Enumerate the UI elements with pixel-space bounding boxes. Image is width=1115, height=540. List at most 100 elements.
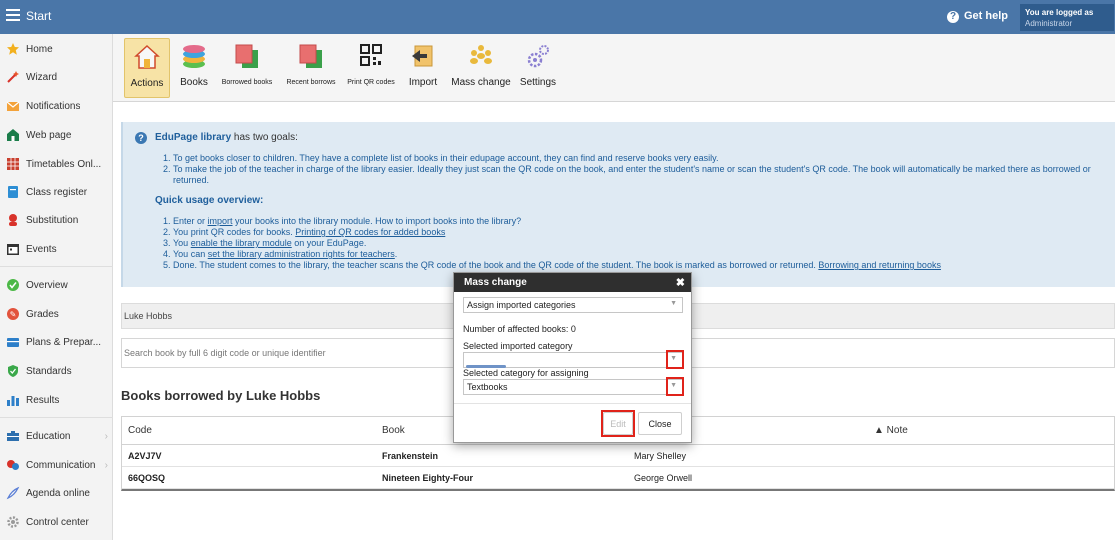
sidebar-item-label: Timetables Onl... [26,158,102,170]
recent-icon [298,42,324,70]
person-icon [6,213,20,227]
borrowing-link[interactable]: Borrowing and returning books [818,260,941,270]
imported-category-select[interactable]: ▼ [463,352,683,368]
info-panel: ? EduPage library has two goals: To get … [121,122,1115,287]
logged-as-label: You are logged as [1025,8,1094,17]
column-header-note[interactable]: ▲ Note [874,417,908,444]
cell-book: Nineteen Eighty-Four [382,472,474,483]
cell-code: 66QOSQ [128,472,166,483]
toolbar-label: Import [408,77,438,88]
gear-icon [525,42,551,70]
toolbar-label: Books [180,77,208,88]
sidebar-item-standards[interactable]: Standards [0,360,113,382]
section-title: Books borrowed by Luke Hobbs [121,388,321,403]
import-link[interactable]: import [208,216,233,226]
sidebar-item-events[interactable]: Events [0,238,113,260]
toolbar-books[interactable]: Books [177,38,211,98]
toolbar-label: Borrowed books [221,79,273,86]
column-header-code[interactable]: Code [128,417,152,444]
sidebar: Home Wizard Notifications Web page Timet… [0,34,113,540]
chevron-right-icon: › [104,430,108,442]
toolbar-label: Actions [130,78,164,89]
sidebar-item-results[interactable]: Results [0,389,113,411]
step-text: on your EduPage. [291,238,367,248]
shield-icon [6,364,20,378]
svg-text:✎: ✎ [10,310,17,319]
people-icon [468,42,494,70]
toolbar-label: Mass change [451,77,511,88]
toolbar-borrowed-books[interactable]: Borrowed books [218,38,276,98]
rights-link[interactable]: set the library administration rights fo… [208,249,395,259]
top-bar: Start ? Get help You are logged as Admini… [0,0,1115,34]
enable-module-link[interactable]: enable the library module [191,238,292,248]
action-select-value: Assign imported categories [467,300,576,310]
user-role: Administrator [1025,19,1073,28]
print-qr-link[interactable]: Printing of QR codes for added books [295,227,445,237]
close-button[interactable]: Close [638,412,682,435]
toolbar-settings[interactable]: Settings [517,38,559,98]
sidebar-divider [0,417,113,418]
sidebar-item-education[interactable]: Education › [0,425,113,447]
sidebar-item-communication[interactable]: Communication › [0,454,113,476]
action-select[interactable]: Assign imported categories ▼ [463,297,683,313]
toolbar-print-qr[interactable]: Print QR codes [345,38,397,98]
module-toolbar: Actions Books Borrowed books Recent borr… [113,34,1115,102]
info-heading-rest: has two goals: [231,132,298,143]
step-item: Enter or import your books into the libr… [173,216,1105,227]
page-title: Start [26,9,52,23]
plans-icon [6,335,20,349]
affected-count: Number of affected books: 0 [463,324,576,334]
calendar-icon [6,242,20,256]
envelope-icon [6,99,20,113]
get-help-link[interactable]: ? Get help [947,10,1008,23]
books-icon [181,42,207,70]
qr-icon [358,42,384,70]
toolbar-actions[interactable]: Actions [124,38,170,98]
info-heading: EduPage library has two goals: [155,132,298,143]
sidebar-item-agenda-online[interactable]: Agenda online [0,482,113,504]
toolbar-label: Recent borrows [286,79,336,86]
assign-category-select[interactable]: Textbooks ▼ [463,379,683,395]
sidebar-item-label: Substitution [26,214,79,226]
sidebar-item-plans[interactable]: Plans & Prepar... [0,331,113,353]
toolbar-mass-change[interactable]: Mass change [450,38,512,98]
sidebar-item-home[interactable]: Home [0,38,113,60]
sidebar-item-wizard[interactable]: Wizard [0,66,113,88]
sidebar-item-label: Communication [26,459,96,471]
register-icon [6,185,20,199]
column-header-book[interactable]: Book [382,417,405,444]
close-icon[interactable]: ✖ [676,276,685,289]
highlight-box [666,350,684,369]
toolbar-import[interactable]: Import [406,38,440,98]
wand-icon [6,70,20,84]
sidebar-item-label: Web page [26,129,72,141]
step-item: You print QR codes for books. Printing o… [173,227,1105,238]
imported-category-label: Selected imported category [463,341,573,351]
step-text: Enter or [173,216,208,226]
sidebar-item-label: Wizard [26,71,58,83]
sidebar-item-notifications[interactable]: Notifications [0,95,113,117]
mass-change-dialog: Mass change ✖ Assign imported categories… [453,272,692,443]
sidebar-item-class-register[interactable]: Class register [0,181,113,203]
sidebar-item-grades[interactable]: ✎ Grades [0,303,113,325]
sidebar-item-substitution[interactable]: Substitution [0,209,113,231]
table-row[interactable]: A2VJ7V Frankenstein Mary Shelley [122,445,1114,467]
star-icon [6,42,20,56]
house-icon [6,128,20,142]
sidebar-item-overview[interactable]: Overview [0,274,113,296]
sidebar-item-label: Notifications [26,100,81,112]
sidebar-item-web-page[interactable]: Web page [0,124,113,146]
sidebar-item-control-center[interactable]: Control center [0,511,113,533]
toolbar-recent-borrows[interactable]: Recent borrows [283,38,339,98]
user-badge[interactable]: You are logged as Administrator [1020,4,1114,31]
sidebar-item-timetables[interactable]: Timetables Onl... [0,153,113,175]
hamburger-menu-icon[interactable] [6,9,20,21]
step-text: Done. The student comes to the library, … [173,260,819,270]
sidebar-item-label: Home [26,43,53,55]
dialog-title: Mass change [464,277,527,288]
sidebar-item-label: Control center [26,516,89,528]
cell-author: Mary Shelley [634,450,687,461]
step-text: . [394,249,398,259]
table-row[interactable]: 66QOSQ Nineteen Eighty-Four George Orwel… [122,467,1114,489]
education-icon [6,429,20,443]
